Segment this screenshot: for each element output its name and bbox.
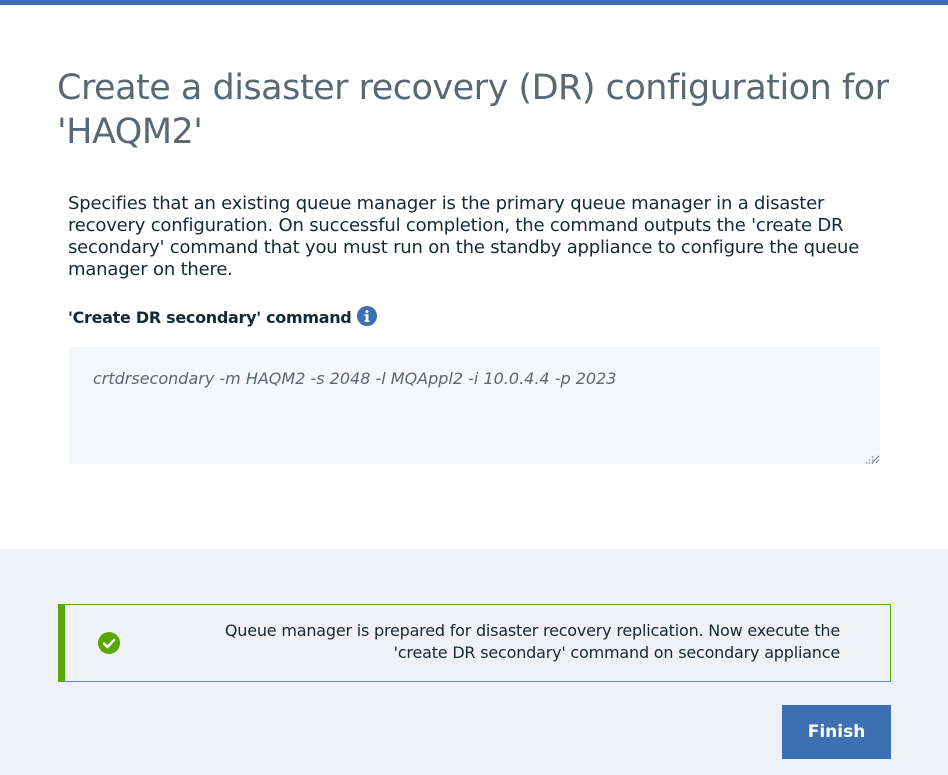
command-field-label: 'Create DR secondary' command: [68, 305, 378, 327]
command-textarea[interactable]: crtdrsecondary -m HAQM2 -s 2048 -l MQApp…: [69, 347, 880, 464]
resize-grip-icon[interactable]: [864, 450, 874, 464]
command-label-text: 'Create DR secondary' command: [68, 308, 352, 327]
dr-config-dialog: Create a disaster recovery (DR) configur…: [0, 0, 948, 775]
success-notification: Queue manager is prepared for disaster r…: [58, 604, 891, 682]
finish-button[interactable]: Finish: [782, 705, 891, 759]
notification-message: Queue manager is prepared for disaster r…: [120, 620, 840, 664]
dialog-title: Create a disaster recovery (DR) configur…: [57, 68, 889, 152]
top-accent-bar: [0, 0, 948, 5]
checkmark-circle-icon: [98, 632, 120, 654]
notification-line-2: 'create DR secondary' command on seconda…: [393, 643, 841, 662]
dialog-description: Specifies that an existing queue manager…: [68, 193, 860, 280]
info-icon[interactable]: [357, 305, 378, 326]
notification-line-1: Queue manager is prepared for disaster r…: [224, 621, 840, 640]
command-box-wrapper: crtdrsecondary -m HAQM2 -s 2048 -l MQApp…: [69, 347, 880, 464]
